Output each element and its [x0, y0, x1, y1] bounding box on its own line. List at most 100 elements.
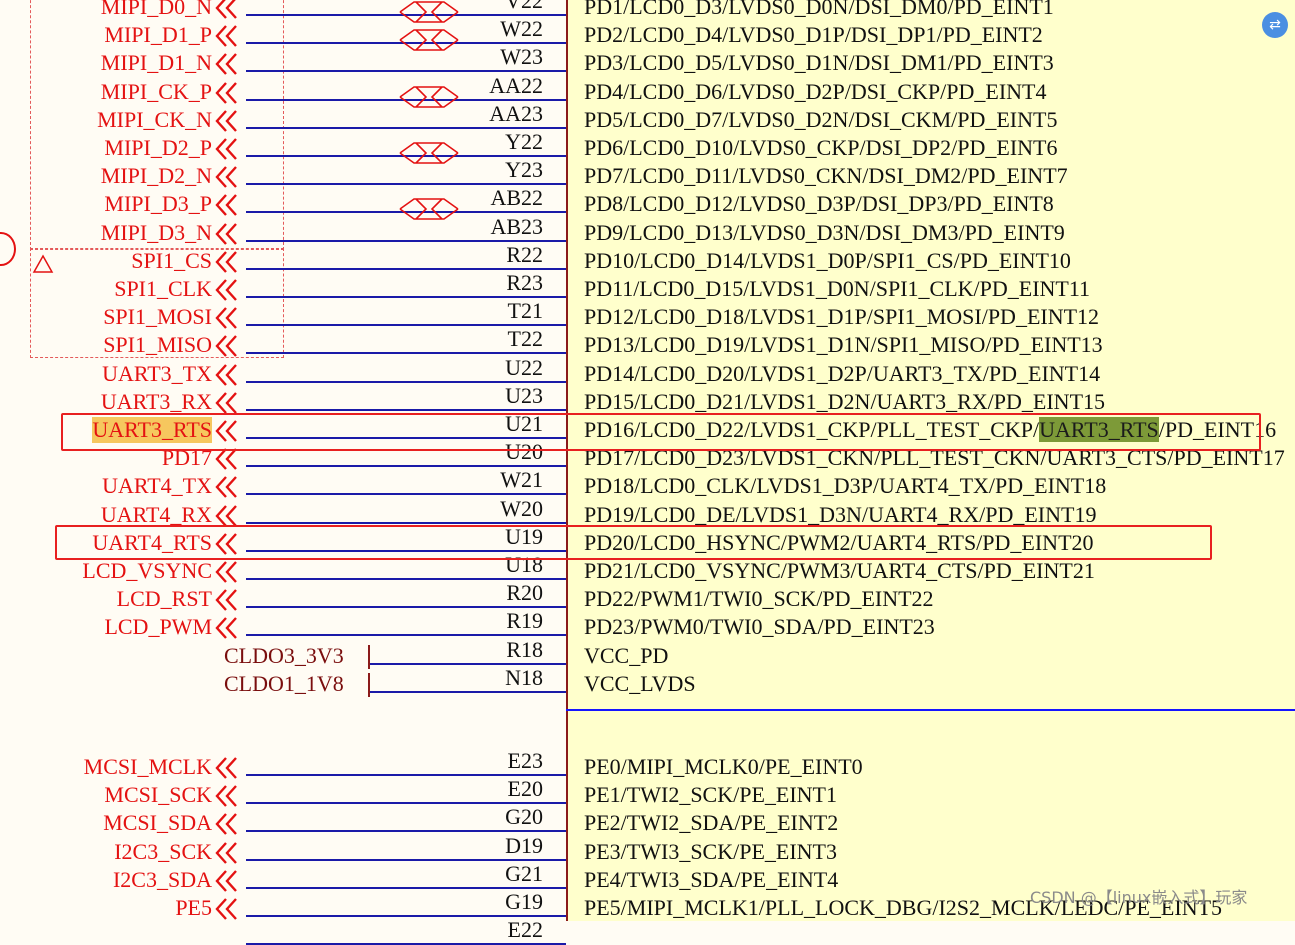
ball-number: AA23: [489, 100, 543, 126]
port-arrow-icon: [215, 53, 237, 76]
pin-function: PD11/LCD0_D15/LVDS1_D0N/SPI1_CLK/PD_EINT…: [584, 276, 1091, 301]
ball-number: U21: [505, 411, 543, 436]
ball-number: N18: [505, 664, 543, 690]
net-label: PE5: [175, 895, 212, 920]
ball-number: W23: [500, 44, 543, 70]
net-label: LCD_PWM: [104, 614, 212, 640]
sheet-entry-circle: [0, 232, 16, 266]
net-label: SPI1_MOSI: [103, 304, 212, 330]
pin-function: PD12/LCD0_D18/LVDS1_D1P/SPI1_MOSI/PD_EIN…: [584, 304, 1100, 330]
port-arrow-icon: [215, 25, 237, 47]
net-label: LCD_VSYNC: [82, 558, 212, 583]
ball-number: R19: [506, 608, 543, 634]
ball-number: U20: [505, 439, 543, 465]
port-arrow-icon: [215, 785, 237, 807]
pin-function: PD10/LCD0_D14/LVDS1_D0P/SPI1_CS/PD_EINT1…: [584, 247, 1071, 273]
ball-number: U22: [505, 354, 543, 380]
port-arrow-icon: [215, 589, 237, 611]
port-arrow-icon: [215, 166, 237, 188]
pin-function: PD17/LCD0_D23/LVDS1_CKN/PLL_TEST_CKN/UAR…: [584, 445, 1285, 471]
port-arrow-icon: [215, 757, 237, 779]
ball-number: AB23: [490, 213, 543, 239]
net-label: PD17: [161, 445, 212, 471]
pin-function: PD8/LCD0_D12/LVDS0_D3P/DSI_DP3/PD_EINT8: [584, 191, 1054, 217]
pin-function: PE4/TWI3_SDA/PE_EINT4: [584, 866, 839, 892]
net-label: UART4_RX: [100, 501, 212, 527]
pin-function: PD15/LCD0_D21/LVDS1_D2N/UART3_RX/PD_EINT…: [584, 388, 1106, 414]
net-label: SPI1_MISO: [103, 332, 212, 358]
ball-number: U23: [505, 382, 543, 408]
net-label: I2C3_SDA: [112, 866, 212, 892]
watermark: CSDN @【linux嵌入式】玩家: [1030, 888, 1248, 907]
pin-function: PD9/LCD0_D13/LVDS0_D3N/DSI_DM3/PD_EINT9: [584, 219, 1065, 245]
port-arrow-icon: [215, 561, 237, 583]
ball-number: U18: [505, 552, 543, 577]
ball-number: W21: [500, 467, 543, 493]
pin-wire: [370, 690, 566, 693]
power-net-label: CLDO3_3V3: [224, 642, 344, 668]
pin-function: PD5/LCD0_D7/LVDS0_D2N/DSI_CKM/PD_EINT5: [584, 106, 1058, 132]
port-arrow-icon: [215, 307, 237, 329]
pin-function: PD16/LCD0_D22/LVDS1_CKP/PLL_TEST_CKP/UAR…: [584, 417, 1276, 443]
net-label: MCSI_SDA: [103, 810, 212, 836]
ball-number: G19: [505, 889, 543, 914]
ball-number: W22: [500, 16, 543, 42]
port-arrow-icon: [215, 420, 237, 442]
triangle-icon: [32, 254, 54, 273]
net-label: SPI1_CLK: [114, 276, 212, 301]
ball-number: R18: [506, 636, 543, 662]
net-label: UART4_RTS: [92, 529, 212, 555]
port-arrow-icon: [215, 476, 237, 499]
ball-number: G20: [505, 804, 543, 830]
ball-number: R22: [506, 241, 543, 267]
ball-number: AA22: [489, 72, 543, 98]
pin-function: PD7/LCD0_D11/LVDS0_CKN/DSI_DM2/PD_EINT7: [584, 163, 1068, 189]
pin-function: PD14/LCD0_D20/LVDS1_D2P/UART3_TX/PD_EINT…: [584, 360, 1101, 386]
schematic-page: MIPI_D0_N V22 PD1/LCD0_D3/LVDS0_D0N/DSI_DM…: [0, 0, 1295, 945]
net-label: MIPI_D3_P: [104, 191, 212, 217]
pin-function-part: /PD_EINT16: [1158, 417, 1277, 442]
ball-number: Y22: [505, 129, 543, 154]
port-arrow-icon: [215, 898, 237, 920]
port-arrow-icon: [215, 194, 237, 217]
ball-number: T21: [507, 298, 543, 324]
pin-function: PD2/LCD0_D4/LVDS0_D1P/DSI_DP1/PD_EINT2: [584, 22, 1043, 48]
ball-number: D19: [505, 832, 543, 858]
pin-function: PD1/LCD0_D3/LVDS0_D0N/DSI_DM0/PD_EINT1: [584, 0, 1054, 19]
ball-number: E23: [507, 748, 543, 773]
power-flag: [368, 672, 370, 697]
pin-function: PD21/LCD0_VSYNC/PWM3/UART4_CTS/PD_EINT21: [584, 558, 1095, 583]
bank-divider: [566, 709, 1295, 711]
ball-number: V22: [505, 0, 543, 13]
ball-number: R20: [506, 580, 543, 606]
net-label: MIPI_D1_P: [104, 22, 212, 48]
port-arrow-icon: [215, 109, 237, 132]
net-label: I2C3_SCK: [114, 838, 212, 864]
net-label: MCSI_MCLK: [83, 754, 212, 779]
port-arrow-icon: [215, 138, 237, 160]
port-arrow-icon: [215, 617, 237, 640]
pin-function-part: PD16/LCD0_D22/LVDS1_CKP/PLL_TEST_CKP/: [584, 417, 1040, 442]
pin-function: PE1/TWI2_SCK/PE_EINT1: [584, 782, 837, 808]
pin-function: VCC_PD: [584, 642, 669, 668]
net-label: MIPI_CK_N: [97, 106, 212, 132]
pin-function: PD13/LCD0_D19/LVDS1_D1N/SPI1_MISO/PD_EIN…: [584, 332, 1103, 358]
pin-function: PD19/LCD0_DE/LVDS1_D3N/UART4_RX/PD_EINT1…: [584, 501, 1097, 527]
ball-number: E22: [507, 917, 543, 943]
net-label: MIPI_D3_N: [100, 219, 212, 245]
pin-function: PD6/LCD0_D10/LVDS0_CKP/DSI_DP2/PD_EINT6: [584, 135, 1058, 160]
pin-function: PE3/TWI3_SCK/PE_EINT3: [584, 838, 837, 864]
port-arrow-icon: [215, 335, 237, 358]
pin-function: PE0/MIPI_MCLK0/PE_EINT0: [584, 754, 863, 779]
translate-icon[interactable]: ⇄: [1262, 12, 1288, 38]
net-label: UART3_RTS: [92, 417, 212, 443]
port-arrow-icon: [215, 869, 237, 892]
net-label: MIPI_D1_N: [100, 50, 212, 76]
ball-number: AB22: [490, 185, 543, 211]
net-label: MIPI_CK_P: [100, 78, 212, 104]
pin-function: PD20/LCD0_HSYNC/PWM2/UART4_RTS/PD_EINT20: [584, 529, 1094, 555]
pin-function-highlight: UART3_RTS: [1039, 417, 1159, 442]
port-arrow-icon: [215, 813, 237, 836]
power-flag: [368, 644, 370, 669]
port-arrow-icon: [215, 841, 237, 864]
